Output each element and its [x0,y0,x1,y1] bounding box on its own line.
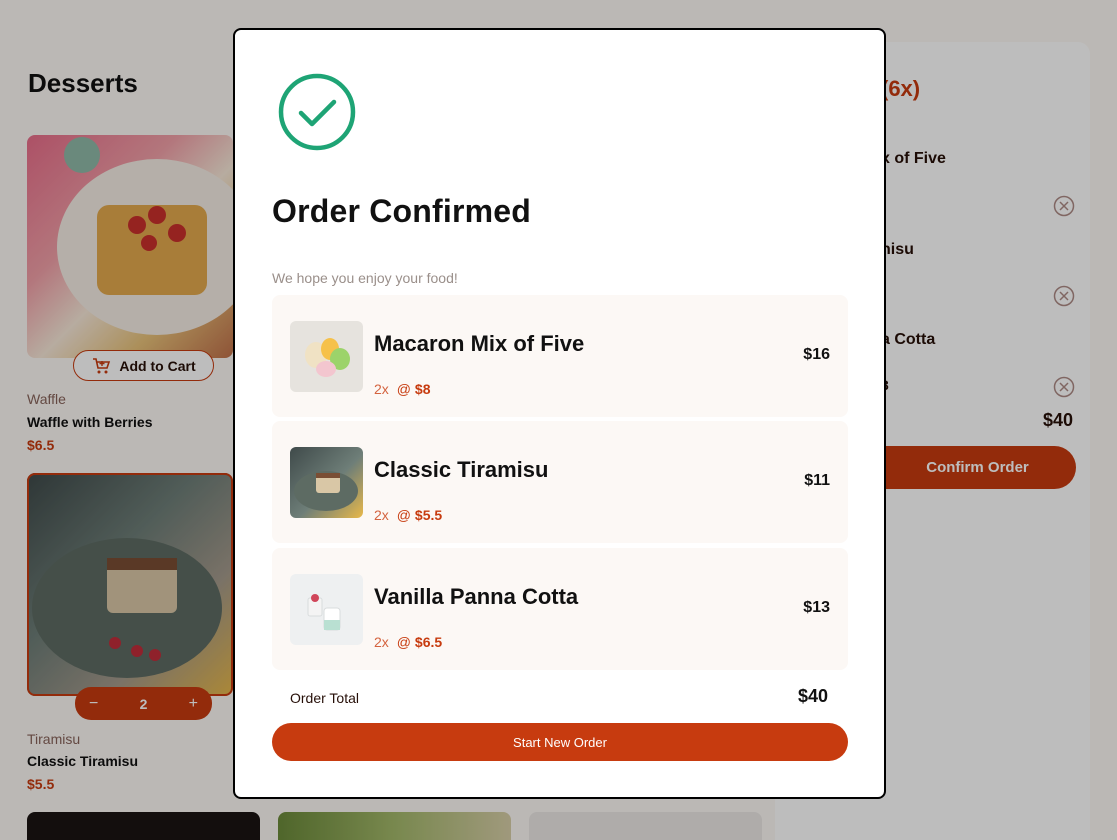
order-item: Classic Tiramisu 2x @ $5.5 $11 [272,421,848,543]
item-total: $11 [804,472,830,489]
check-circle-icon [278,73,356,151]
order-item: Macaron Mix of Five 2x @ $8 $16 [272,295,848,417]
start-new-order-button[interactable]: Start New Order [272,723,848,761]
item-at: @ [396,381,412,397]
item-unit-price: $5.5 [414,507,443,523]
start-new-order-label: Start New Order [513,734,607,750]
item-name: Macaron Mix of Five [374,331,585,356]
item-at: @ [396,507,412,523]
item-detail: 2x @ $8 [374,381,430,397]
item-unit-price: $8 [414,381,431,397]
item-total: $16 [803,346,830,363]
item-quantity: 2x [374,507,389,523]
item-name: Classic Tiramisu [374,457,549,482]
modal-subtitle: We hope you enjoy your food! [272,270,458,286]
item-thumbnail [290,447,363,518]
item-at: @ [396,634,412,650]
item-total: $13 [803,599,830,616]
item-quantity: 2x [374,381,389,397]
item-detail: 2x @ $5.5 [374,507,442,523]
order-confirmed-modal: Order Confirmed We hope you enjoy your f… [233,28,886,799]
modal-title: Order Confirmed [272,193,532,229]
item-unit-price: $6.5 [414,634,443,650]
order-total-label: Order Total [290,690,359,706]
order-total-value: $40 [797,686,828,706]
item-thumbnail [290,321,363,392]
item-detail: 2x @ $6.5 [374,634,442,650]
order-item: Vanilla Panna Cotta 2x @ $6.5 $13 [272,548,848,670]
item-name: Vanilla Panna Cotta [374,584,579,609]
item-quantity: 2x [374,634,389,650]
item-thumbnail [290,574,363,645]
